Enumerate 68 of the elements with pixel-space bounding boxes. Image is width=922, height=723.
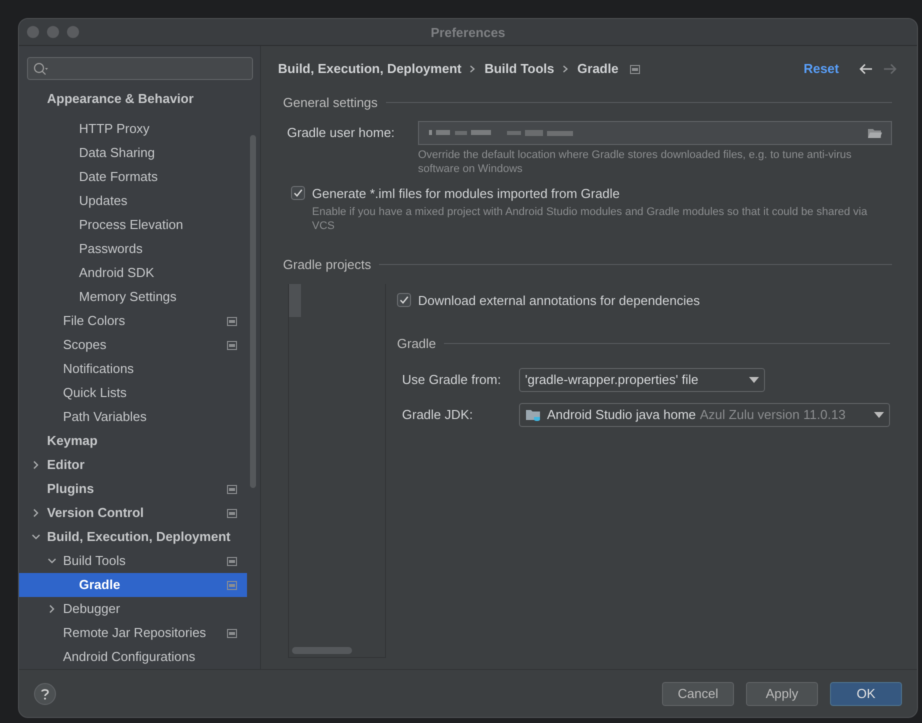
dropdown-arrow-icon xyxy=(749,376,759,382)
dialog-button[interactable]: Cancel xyxy=(662,682,734,706)
search-field[interactable] xyxy=(27,57,253,80)
breadcrumb-separator-icon xyxy=(562,64,570,74)
sidebar-item[interactable]: Quick Lists xyxy=(19,381,247,405)
dropdown-arrow-icon xyxy=(874,412,884,418)
help-button[interactable] xyxy=(34,682,56,704)
scrollbar[interactable] xyxy=(250,135,256,488)
dialog-button[interactable]: Apply xyxy=(746,682,818,706)
breadcrumb-separator-icon xyxy=(469,64,476,74)
breadcrumb-item[interactable]: Build, Execution, Deployment xyxy=(278,59,462,79)
check-icon xyxy=(399,295,409,306)
folder-icon xyxy=(525,408,543,422)
sidebar-item[interactable]: Memory Settings xyxy=(19,285,247,309)
sidebar-item[interactable]: Build Tools xyxy=(19,549,247,573)
chevron-right-icon[interactable] xyxy=(47,604,57,614)
dropdown[interactable]: 'gradle-wrapper.properties' file xyxy=(519,368,765,392)
checkbox-label: Generate *.iml files for modules imported from Gradle xyxy=(312,184,620,203)
chevron-down-icon[interactable] xyxy=(31,532,41,542)
sidebar-item[interactable]: Plugins xyxy=(19,477,247,501)
chevron-down-icon[interactable] xyxy=(47,556,57,566)
checkbox[interactable] xyxy=(397,293,411,308)
sidebar-item[interactable]: Keymap xyxy=(19,429,247,453)
sidebar-item[interactable]: Date Formats xyxy=(19,165,247,189)
section-title: Gradle xyxy=(397,335,436,353)
dropdown[interactable]: Android Studio java home Azul Zulu version 11.0.13 xyxy=(519,402,890,426)
sidebar-item[interactable]: Data Sharing xyxy=(19,141,247,165)
folder-icon[interactable] xyxy=(867,126,883,138)
dialog-button[interactable]: OK xyxy=(830,682,902,706)
sidebar-item[interactable]: Appearance & Behavior xyxy=(19,88,247,110)
sidebar-item[interactable]: Process Elevation xyxy=(19,213,247,237)
chevron-right-icon[interactable] xyxy=(31,508,41,518)
hint-text: Enable if you have a mixed project with Android Studio modules and Gradle modules so that it could be shared via VCS xyxy=(312,205,868,233)
sidebar-item[interactable]: File Colors xyxy=(19,309,247,333)
sidebar-item[interactable]: Gradle xyxy=(19,573,247,597)
window-title: Preferences xyxy=(430,24,506,42)
sidebar-item[interactable]: Debugger xyxy=(19,597,247,621)
field-label: Gradle user home: xyxy=(287,124,396,142)
scrollbar[interactable] xyxy=(292,646,352,654)
back-arrow-icon[interactable] xyxy=(859,63,873,75)
sidebar-item[interactable]: Android Configurations xyxy=(19,645,247,669)
sidebar-item[interactable]: Android SDK xyxy=(19,261,247,285)
sidebar-item[interactable]: Editor xyxy=(19,453,247,477)
sidebar-item[interactable]: Passwords xyxy=(19,237,247,261)
chevron-right-icon[interactable] xyxy=(31,460,41,470)
question-mark-icon xyxy=(40,688,50,700)
sidebar-item[interactable]: Version Control xyxy=(19,501,247,525)
hint-text: Override the default location where Gradle stores downloaded files, e.g. to tune anti-virus software on Windows xyxy=(418,148,853,176)
sidebar-item[interactable]: Path Variables xyxy=(19,405,247,429)
section-title: General settings xyxy=(283,94,378,112)
checkbox-label: Download external annotations for dependencies xyxy=(418,292,700,310)
search-icon xyxy=(33,62,49,76)
breadcrumb-item[interactable]: Build Tools xyxy=(484,59,554,79)
project-level-icon xyxy=(630,64,640,74)
checkbox[interactable] xyxy=(291,186,305,200)
sidebar-item[interactable]: Scopes xyxy=(19,333,247,357)
sidebar-item[interactable]: Remote Jar Repositories xyxy=(19,621,247,645)
sidebar-item[interactable]: Notifications xyxy=(19,357,247,381)
input-field[interactable] xyxy=(418,120,892,144)
field-label: Use Gradle from: xyxy=(402,370,502,389)
breadcrumb-item[interactable]: Gradle xyxy=(577,59,618,79)
sidebar-item[interactable]: Updates xyxy=(19,189,247,213)
check-icon xyxy=(293,188,303,198)
section-title: Gradle projects xyxy=(283,256,372,274)
field-label: Gradle JDK: xyxy=(402,406,474,424)
reset-link[interactable]: Reset xyxy=(804,59,839,79)
sidebar-item[interactable]: Build, Execution, Deployment xyxy=(19,525,247,549)
sidebar-item[interactable]: HTTP Proxy xyxy=(19,117,247,141)
